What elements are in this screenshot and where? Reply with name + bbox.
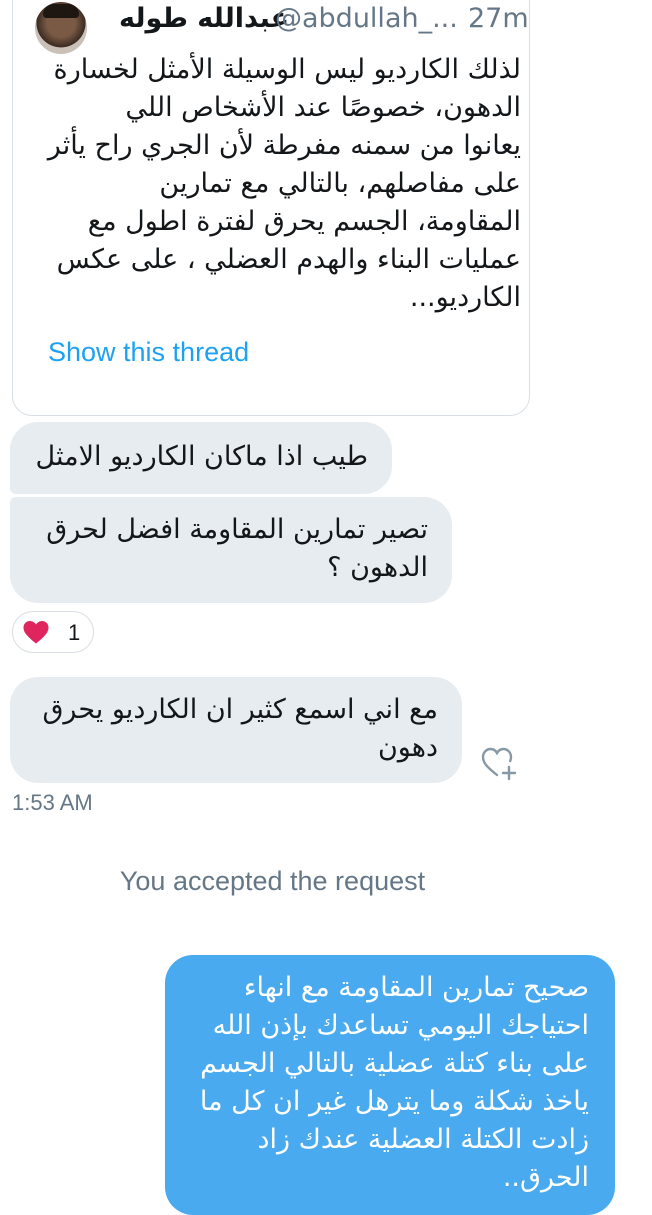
quoted-tweet-card[interactable]: عبدالله طوله @abdullah_... 27m لذلك الكا… — [12, 0, 530, 416]
add-reaction-icon[interactable] — [478, 742, 520, 784]
message-line: زادت الكتلة العضلية عندك زاد — [257, 1124, 590, 1155]
incoming-message[interactable]: مع اني اسمع كثير ان الكارديو يحرق دهون — [10, 677, 462, 783]
message-line: على بناء كتلة عضلية بالتالي الجسم — [200, 1048, 589, 1079]
outgoing-message[interactable]: صحيح تمارين المقاومة مع انهاء احتياجك ال… — [165, 955, 615, 1215]
tweet-text-line: لذلك الكارديو ليس الوسيلة الأمثل لخسارة — [53, 54, 521, 85]
tweet-time: 27m — [468, 3, 529, 34]
message-line: صحيح تمارين المقاومة مع انهاء — [243, 972, 589, 1003]
tweet-text-line: الدهون، خصوصًا عند الأشخاص اللي — [125, 92, 521, 123]
tweet-text-line: المقاومة، الجسم يحرق لفترة اطول مع — [87, 206, 521, 237]
message-line: ياخذ شكلة وما يترهل غير ان كل ما — [199, 1086, 589, 1117]
message-timestamp: 1:53 AM — [12, 790, 93, 815]
request-accepted-notice: You accepted the request — [119, 866, 426, 896]
message-line: احتياجك اليومي تساعدك بإذن الله — [212, 1010, 589, 1041]
incoming-message[interactable]: طيب اذا ماكان الكارديو الامثل — [10, 422, 392, 494]
message-line: الدهون ؟ — [327, 552, 428, 583]
message-line: طيب اذا ماكان الكارديو الامثل — [35, 441, 368, 472]
author-handle: @abdullah_... — [275, 3, 458, 34]
heart-reaction[interactable]: 1 — [12, 611, 94, 653]
message-line: دهون — [377, 732, 438, 763]
message-line: تصير تمارين المقاومة افضل لحرق — [46, 514, 428, 545]
tweet-text-line: عمليات البناء والهدم العضلي ، على عكس — [56, 244, 521, 275]
reaction-count: 1 — [68, 620, 81, 645]
tweet-text-line: الكارديو... — [409, 282, 521, 313]
tweet-text-line: على مفاصلهم، بالتالي مع تمارين — [159, 168, 521, 199]
message-line: مع اني اسمع كثير ان الكارديو يحرق — [42, 694, 438, 725]
author-name: عبدالله طوله — [119, 3, 290, 34]
show-thread-link[interactable]: Show this thread — [48, 337, 249, 368]
message-line: الحرق.. — [502, 1162, 589, 1193]
incoming-message[interactable]: تصير تمارين المقاومة افضل لحرق الدهون ؟ — [10, 497, 452, 603]
avatar[interactable] — [35, 2, 87, 54]
tweet-text: لذلك الكارديو ليس الوسيلة الأمثل لخسارة … — [31, 51, 521, 317]
tweet-text-line: يعانوا من سمنه مفرطة لأن الجري راح يأثر — [47, 130, 521, 161]
heart-icon — [23, 621, 49, 644]
